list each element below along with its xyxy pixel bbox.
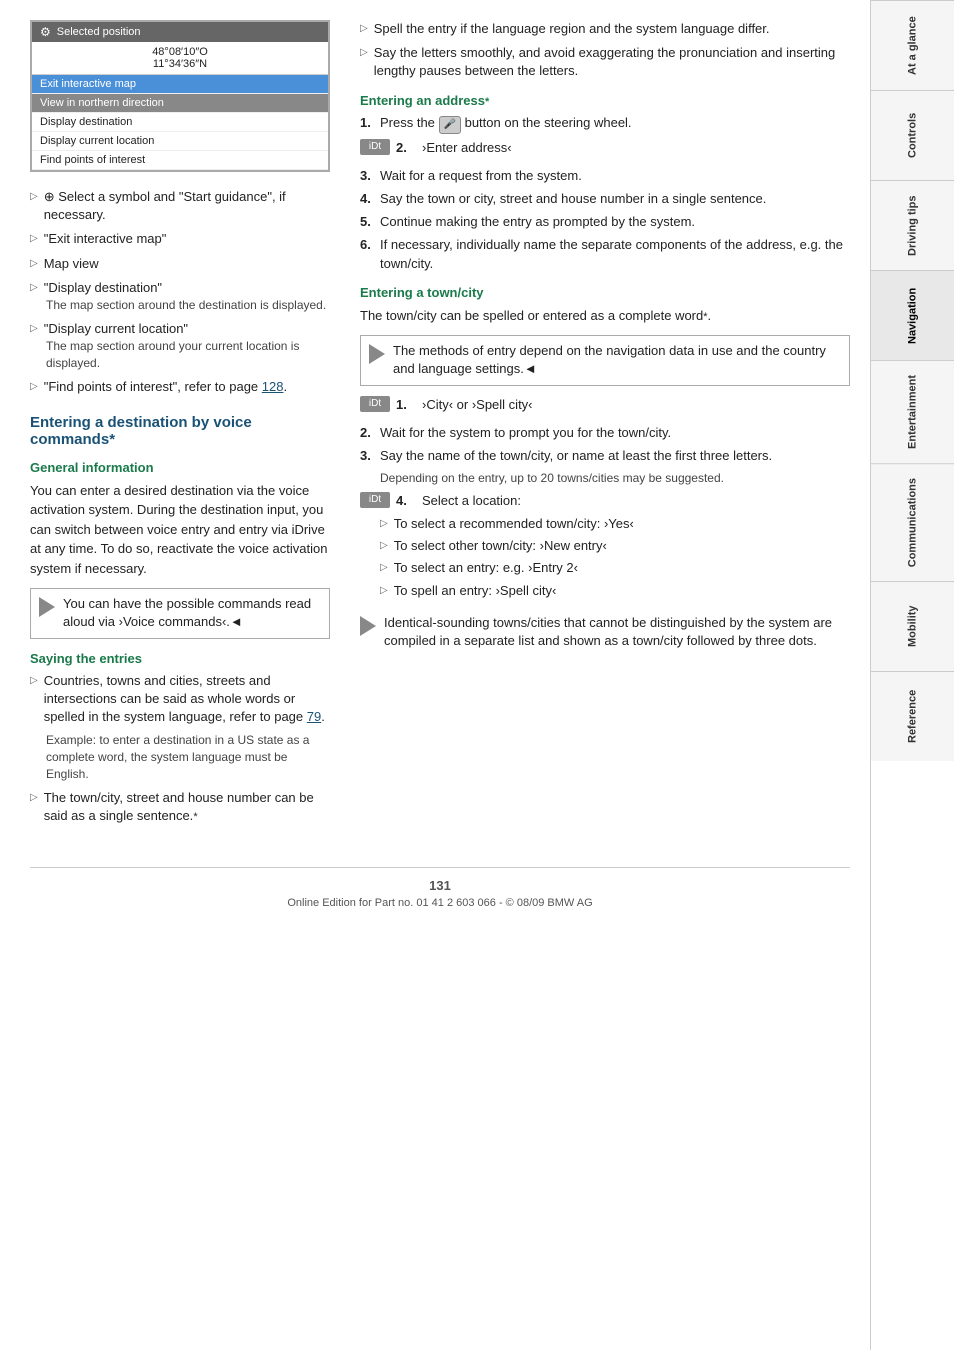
entering-town-heading: Entering a town/city	[360, 285, 850, 300]
bullet-arrow: ▷	[30, 674, 38, 688]
sidebar-tab-entertainment[interactable]: Entertainment	[871, 360, 954, 463]
nav-menu-north[interactable]: View in northern direction	[32, 94, 328, 113]
saying-entries-list: ▷ Countries, towns and cities, streets a…	[30, 672, 330, 826]
bullet-arrow: ▷	[380, 517, 388, 531]
sidebar-tab-navigation[interactable]: Navigation	[871, 270, 954, 360]
bullet-arrow: ▷	[380, 584, 388, 598]
sidebar-tab-reference[interactable]: Reference	[871, 671, 954, 761]
general-info-heading: General information	[30, 460, 330, 475]
bullet-arrow: ▷	[30, 322, 38, 338]
idrive-badge: iDt	[360, 139, 390, 155]
nav-diagram-coords: 48°08′10″O 11°34′36″N	[32, 42, 328, 75]
bullet-arrow: ▷	[30, 190, 38, 204]
idrive-step-4-town: iDt 4. Select a location:	[360, 492, 850, 510]
bullet-arrow: ▷	[30, 257, 38, 271]
sidebar-tab-controls[interactable]: Controls	[871, 90, 954, 180]
bullet-arrow: ▷	[380, 561, 388, 575]
bullet-arrow: ▷	[30, 281, 38, 297]
note-triangle-icon-3	[360, 616, 376, 636]
bullet-arrow: ▷	[380, 539, 388, 553]
page-footer: 131 Online Edition for Part no. 01 41 2 …	[30, 867, 850, 909]
nav-menu-display-dest[interactable]: Display destination	[32, 113, 328, 132]
main-section-heading: Entering a destination by voice commands…	[30, 414, 330, 448]
town-city-note: The methods of entry depend on the navig…	[360, 335, 850, 385]
bullet-arrow: ▷	[360, 22, 368, 36]
sidebar-tab-mobility[interactable]: Mobility	[871, 581, 954, 671]
select-location-subbullets: ▷ To select a recommended town/city: ›Ye…	[380, 515, 850, 600]
nav-menu-find-poi[interactable]: Find points of interest	[32, 151, 328, 170]
copyright-text: Online Edition for Part no. 01 41 2 603 …	[30, 897, 850, 909]
entering-town-intro: The town/city can be spelled or entered …	[360, 306, 850, 326]
note-triangle-icon-2	[369, 344, 385, 364]
saying-entries-heading: Saying the entries	[30, 651, 330, 666]
bullet-arrow: ▷	[30, 232, 38, 246]
bullet-arrow: ▷	[30, 380, 38, 394]
page-link-128[interactable]: 128	[262, 379, 284, 394]
sidebar-tab-communications[interactable]: Communications	[871, 463, 954, 581]
sidebar-tab-driving-tips[interactable]: Driving tips	[871, 180, 954, 270]
idrive-step-1-town: iDt 1. ›City‹ or ›Spell city‹	[360, 396, 533, 414]
nav-menu-display-loc[interactable]: Display current location	[32, 132, 328, 151]
bullet-arrow: ▷	[360, 46, 368, 60]
voice-commands-note: You can have the possible commands read …	[30, 588, 330, 638]
general-info-body: You can enter a desired destination via …	[30, 481, 330, 579]
page-link-79[interactable]: 79	[307, 709, 321, 724]
entering-address-heading: Entering an address*	[360, 93, 850, 108]
idrive-badge: iDt	[360, 396, 390, 412]
bullet-arrow: ▷	[30, 791, 38, 805]
idrive-step-2: iDt 2. ›Enter address‹	[360, 139, 512, 157]
nav-diagram-title: ⚙ Selected position	[32, 22, 328, 42]
note-triangle-icon	[39, 597, 55, 617]
idrive-badge: iDt	[360, 492, 390, 508]
entering-address-steps: 1. Press the 🎤 button on the steering wh…	[360, 114, 850, 273]
nav-diagram: ⚙ Selected position 48°08′10″O 11°34′36″…	[30, 20, 330, 172]
right-sidebar: At a glance Controls Driving tips Naviga…	[870, 0, 954, 1350]
left-bullet-list: ▷ ⊕ Select a symbol and "Start guidance"…	[30, 188, 330, 396]
nav-menu-exit[interactable]: Exit interactive map	[32, 75, 328, 94]
right-top-bullets: ▷ Spell the entry if the language region…	[360, 20, 850, 81]
entering-town-steps: iDt 1. ›City‹ or ›Spell city‹ 2. Wait fo…	[360, 396, 850, 604]
sidebar-tab-at-a-glance[interactable]: At a glance	[871, 0, 954, 90]
identical-sounding-note: Identical-sounding towns/cities that can…	[360, 614, 850, 650]
page-number: 131	[30, 878, 850, 893]
